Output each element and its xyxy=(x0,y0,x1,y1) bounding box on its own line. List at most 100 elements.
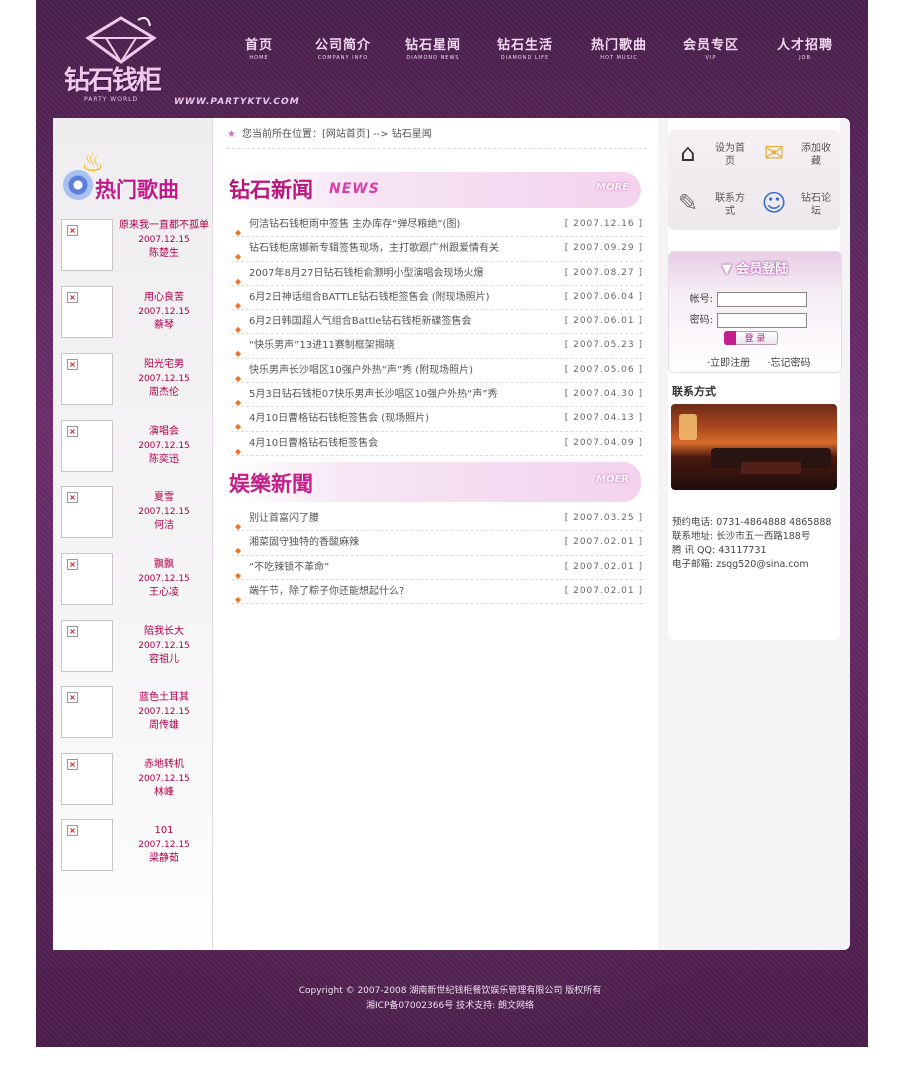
news-title[interactable]: 4月10日曹格钻石钱柜签售会 (现场照片) xyxy=(249,413,429,424)
password-label: 密码: xyxy=(689,315,713,326)
news-more-link[interactable]: MORE xyxy=(596,182,629,193)
news-title[interactable]: 何洁钻石钱柜雨中签售 主办库存“弹尽粮绝”(图) xyxy=(249,219,460,230)
news-title[interactable]: “不吃辣锁不革命” xyxy=(249,562,329,573)
hot-songs-title: ♨ 热门歌曲 xyxy=(63,148,203,208)
footer-icp[interactable]: 湘ICP备07002366号 技术支持: 朗文网络 xyxy=(0,999,900,1014)
song-name[interactable]: 陪我长大 xyxy=(117,625,211,639)
news-title[interactable]: 快乐男声长沙唱区10强户外热“声”秀 (附现场照片) xyxy=(249,365,473,376)
song-name[interactable]: 赤地转机 xyxy=(117,758,211,772)
song-name[interactable]: 原来我一直都不孤单 xyxy=(117,219,211,233)
quick-link-label: 钻石论坛 xyxy=(801,193,831,217)
nav-vip[interactable]: 会员专区 VIP xyxy=(674,34,748,61)
song-thumbnail[interactable]: × xyxy=(61,553,113,605)
song-name[interactable]: 演唱会 xyxy=(117,425,211,439)
list-item[interactable]: ◆ 端午节，除了粽子你还能想起什么? [ 2007.02.01 ] xyxy=(231,580,643,605)
member-login-title-text: 会员登陆 xyxy=(736,262,789,277)
list-item[interactable]: ◆ 4月10日曹格钻石钱柜签售会 (现场照片) [ 2007.04.13 ] xyxy=(231,407,643,432)
song-thumbnail[interactable]: × xyxy=(61,753,113,805)
song-name[interactable]: 阳光宅男 xyxy=(117,358,211,372)
song-thumbnail[interactable]: × xyxy=(61,686,113,738)
news-date: [ 2007.06.01 ] xyxy=(564,316,643,327)
nav-diamond-news[interactable]: 钻石星闻 DIAMOND NEWS xyxy=(396,34,470,61)
site-logo[interactable]: 钻石钱柜 PARTY WORLD xyxy=(64,10,184,105)
contact-email[interactable]: 电子邮箱: zsqg520@sina.com xyxy=(672,558,831,572)
song-name[interactable]: 夏雪 xyxy=(117,491,211,505)
song-item[interactable]: × 陪我长大 2007.12.15 容祖儿 xyxy=(61,620,207,674)
forgot-password-link[interactable]: ·忘记密码 xyxy=(767,358,810,369)
song-item[interactable]: × 用心良苦 2007.12.15 蔡琴 xyxy=(61,286,207,340)
quick-link-set-homepage[interactable]: ⌂ 设为首页 xyxy=(668,130,754,180)
song-item[interactable]: × 原来我一直都不孤单 2007.12.15 陈楚生 xyxy=(61,219,209,273)
nav-home[interactable]: 首页 HOME xyxy=(234,34,284,61)
quick-link-label: 设为首页 xyxy=(715,143,745,167)
bullet-icon: ◆ xyxy=(235,300,242,310)
song-item[interactable]: × 赤地转机 2007.12.15 林峰 xyxy=(61,753,207,807)
song-thumbnail[interactable]: × xyxy=(61,219,113,271)
bullet-icon: ◆ xyxy=(235,522,242,531)
list-item[interactable]: ◆ “快乐男声”13进11赛制框架揭晓 [ 2007.05.23 ] xyxy=(231,334,643,359)
nav-job[interactable]: 人才招聘 JOB xyxy=(768,34,842,61)
breadcrumb-text[interactable]: 您当前所在位置：[网站首页] --> 钻石星闻 xyxy=(242,129,432,140)
cd-icon xyxy=(63,170,93,200)
news-title[interactable]: 湘菜固守独特的香酸麻辣 xyxy=(249,537,359,548)
news-title[interactable]: 别让首富闪了腰 xyxy=(249,513,319,524)
list-item[interactable]: ◆ 4月10日曹格钻石钱柜签售会 [ 2007.04.09 ] xyxy=(231,432,643,456)
song-thumbnail[interactable]: × xyxy=(61,420,113,472)
news-title[interactable]: “快乐男声”13进11赛制框架揭晓 xyxy=(249,340,395,351)
broken-image-icon: × xyxy=(67,359,78,370)
nav-diamond-life[interactable]: 钻石生活 DIAMOND LIFE xyxy=(488,34,562,61)
news-title[interactable]: 6月2日韩国超人气组合Battle钻石钱柜新碟签售会 xyxy=(249,316,472,327)
nav-job-label: 人才招聘 xyxy=(776,38,833,53)
list-item[interactable]: ◆ 6月2日韩国超人气组合Battle钻石钱柜新碟签售会 [ 2007.06.01 … xyxy=(231,310,643,335)
song-thumbnail[interactable]: × xyxy=(61,286,113,338)
bullet-icon: ◆ xyxy=(235,446,242,456)
nav-hot-music-en: HOT MUSIC xyxy=(600,55,638,61)
song-thumbnail[interactable]: × xyxy=(61,819,113,871)
nav-hot-music[interactable]: 热门歌曲 HOT MUSIC xyxy=(582,34,656,61)
song-thumbnail[interactable]: × xyxy=(61,620,113,672)
login-button[interactable]: 登 录 xyxy=(724,331,778,345)
finder-icon: ☺ xyxy=(761,189,787,217)
list-item[interactable]: ◆ 钻石钱柜席娜新专辑签售现场，主打歌跟广州跟爱情有关 [ 2007.09.29 ] xyxy=(231,237,643,262)
news-title[interactable]: 钻石钱柜席娜新专辑签售现场，主打歌跟广州跟爱情有关 xyxy=(249,243,499,254)
news-title[interactable]: 5月3日钻石钱柜07快乐男声长沙唱区10强户外热“声”秀 xyxy=(249,389,498,400)
news-title[interactable]: 2007年8月27日钻石钱柜俞灏明小型演唱会现场火爆 xyxy=(249,268,484,279)
password-input[interactable] xyxy=(717,312,807,328)
quick-link-contact[interactable]: ✎ 联系方式 xyxy=(668,180,754,230)
ent-news-list: ◆ 别让首富闪了腰 [ 2007.03.25 ] ◆ 湘菜固守独特的香酸麻辣 [ 200… xyxy=(231,507,643,605)
nav-company-info-label: 公司简介 xyxy=(314,38,371,53)
list-item[interactable]: ◆ 湘菜固守独特的香酸麻辣 [ 2007.02.01 ] xyxy=(231,531,643,556)
list-item[interactable]: ◆ “不吃辣锁不革命” [ 2007.02.01 ] xyxy=(231,556,643,580)
song-name[interactable]: 飘飘 xyxy=(117,558,211,572)
list-item[interactable]: ◆ 6月2日神话组合BATTLE钻石钱柜签售会 (附现场照片) [ 2007.06.… xyxy=(231,286,643,311)
song-item[interactable]: × 101 2007.12.15 梁静茹 xyxy=(61,819,207,873)
bullet-icon: ◆ xyxy=(235,398,242,408)
main-nav: 首页 HOME 公司简介 COMPANY INFO 钻石星闻 DIAMOND N… xyxy=(226,34,846,64)
song-name[interactable]: 用心良苦 xyxy=(117,291,211,305)
news-title[interactable]: 端午节，除了粽子你还能想起什么? xyxy=(249,586,404,597)
song-thumbnail[interactable]: × xyxy=(61,486,113,538)
song-item[interactable]: × 夏雪 2007.12.15 何洁 xyxy=(61,486,207,540)
nav-company-info[interactable]: 公司简介 COMPANY INFO xyxy=(306,34,380,61)
ent-news-more-link[interactable]: MOER xyxy=(596,474,629,485)
news-title[interactable]: 6月2日神话组合BATTLE钻石钱柜签售会 (附现场照片) xyxy=(249,292,490,303)
broken-image-icon: × xyxy=(67,626,78,637)
song-name[interactable]: 101 xyxy=(117,824,211,838)
broken-image-icon: × xyxy=(67,426,78,437)
list-item[interactable]: ◆ 2007年8月27日钻石钱柜俞灏明小型演唱会现场火爆 [ 2007.08.27 … xyxy=(231,262,643,286)
news-title[interactable]: 4月10日曹格钻石钱柜签售会 xyxy=(249,438,378,449)
list-item[interactable]: ◆ 别让首富闪了腰 [ 2007.03.25 ] xyxy=(231,507,643,532)
quick-link-add-favorite[interactable]: ✉ 添加收藏 xyxy=(754,130,840,180)
register-link[interactable]: ·立即注册 xyxy=(707,358,750,369)
list-item[interactable]: ◆ 何洁钻石钱柜雨中签售 主办库存“弹尽粮绝”(图) [ 2007.12.16 ] xyxy=(231,213,643,238)
song-item[interactable]: × 演唱会 2007.12.15 陈奕迅 xyxy=(61,420,207,474)
song-item[interactable]: × 飘飘 2007.12.15 王心凌 xyxy=(61,553,207,607)
list-item[interactable]: ◆ 快乐男声长沙唱区10强户外热“声”秀 (附现场照片) [ 2007.05.06 … xyxy=(231,359,643,384)
song-thumbnail[interactable]: × xyxy=(61,353,113,405)
song-item[interactable]: × 阳光宅男 2007.12.15 周杰伦 xyxy=(61,353,207,407)
song-item[interactable]: × 蓝色土耳其 2007.12.15 周传雄 xyxy=(61,686,207,740)
username-input[interactable] xyxy=(717,291,807,307)
song-name[interactable]: 蓝色土耳其 xyxy=(117,691,211,705)
list-item[interactable]: ◆ 5月3日钻石钱柜07快乐男声长沙唱区10强户外热“声”秀 [ 2007.04.3… xyxy=(231,383,643,408)
quick-link-forum[interactable]: ☺ 钻石论坛 xyxy=(754,180,840,230)
